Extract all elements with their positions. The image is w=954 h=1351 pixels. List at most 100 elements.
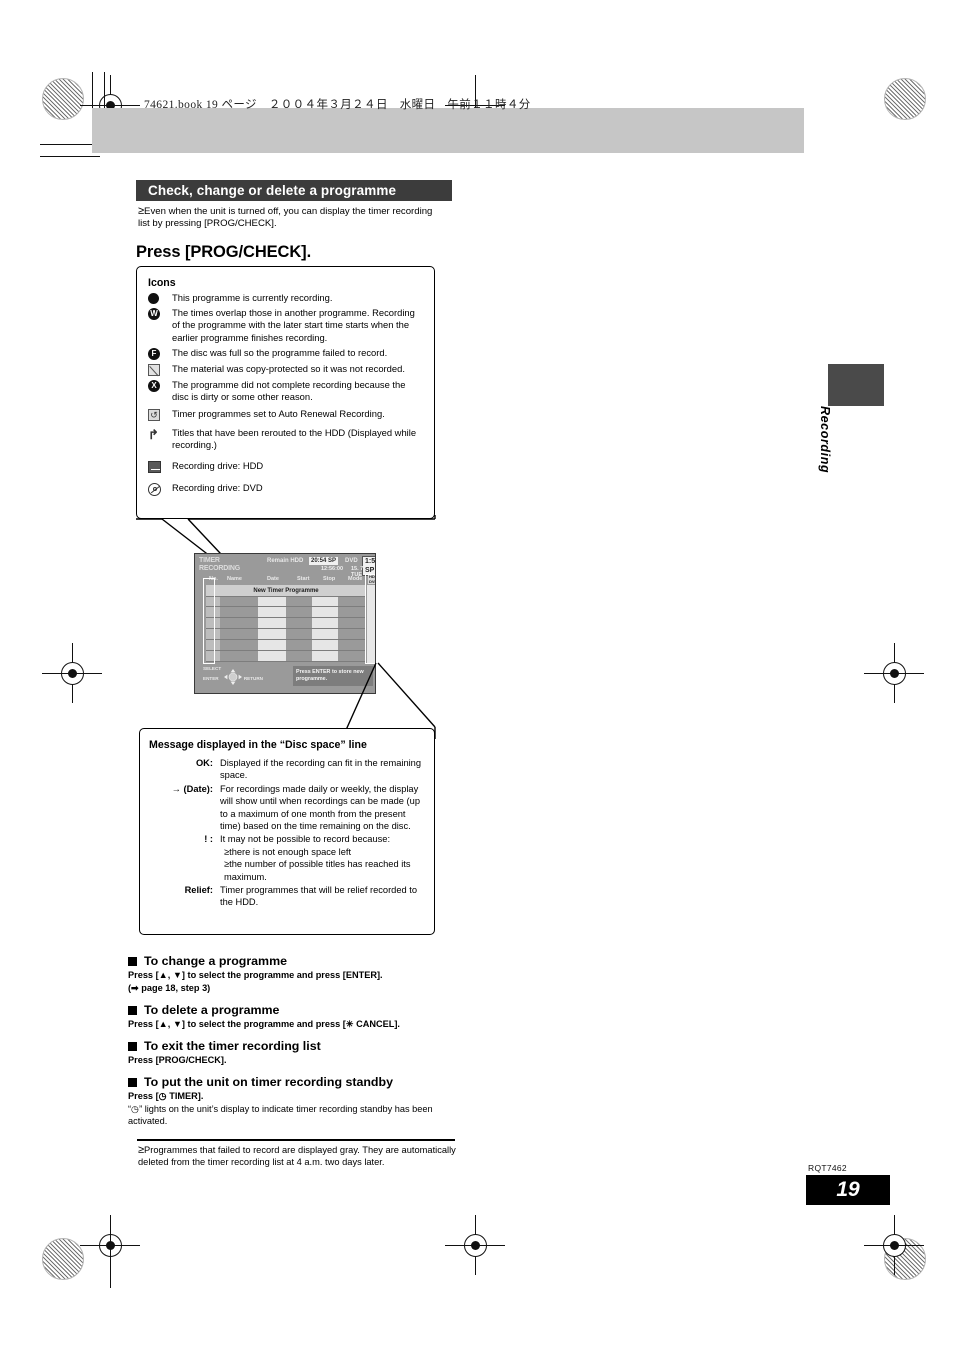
disc-space-sub-item: ≥there is not enough space left [224, 846, 352, 857]
section-heading: Check, change or delete a programme [136, 180, 452, 201]
screen-status-bar: TIMER RECORDING Remain HDD 20:54 SP DVD … [199, 556, 375, 578]
footer-divider [137, 1139, 455, 1141]
disc-space-entry: ! : It may not be possible to record bec… [149, 833, 424, 883]
icon-legend-text: Titles that have been rerouted to the HD… [172, 427, 417, 451]
icon-legend-row: Recording drive: HDD [148, 460, 424, 473]
page-header-band [92, 108, 804, 153]
procedure-exit-list: To exit the timer recording list Press [… [128, 1039, 468, 1066]
dvd-label: DVD [345, 558, 358, 564]
registration-mark-bottom-right [864, 1215, 924, 1275]
copy-protected-icon [148, 363, 172, 376]
disc-space-definition: For recordings made daily or weekly, the… [220, 783, 420, 832]
procedure-body: Press [PROG/CHECK]. [128, 1055, 227, 1065]
icons-box-title: Icons [148, 277, 176, 289]
icon-legend-text: The disc was full so the programme faile… [172, 346, 388, 358]
col-header-date: Date [267, 576, 279, 582]
col-header-mode: Mode [348, 576, 363, 582]
hdd-remaining-value: 20:54 SP [309, 557, 339, 565]
procedure-timer-standby: To put the unit on timer recording stand… [128, 1075, 468, 1127]
screen-hint-message: Press ENTER to store new programme. [293, 666, 373, 686]
highlight-no-column [203, 578, 215, 664]
registration-mark-mid-left [42, 643, 102, 703]
page-number: 19 [806, 1175, 890, 1205]
icon-legend-text: Timer programmes set to Auto Renewal Rec… [172, 408, 385, 420]
halftone-dot-top-left [42, 78, 84, 120]
icon-legend-text: The times overlap those in another progr… [172, 307, 415, 343]
procedure-body: Press [◷ TIMER]. [128, 1091, 204, 1101]
icon-legend-text: Recording drive: HDD [172, 459, 264, 471]
disc-space-entry: OK: Displayed if the recording can fit i… [149, 757, 424, 782]
screen-title: TIMER RECORDING [199, 557, 240, 572]
square-bullet-icon [128, 1041, 137, 1051]
section-intro-text: Even when the unit is turned off, you ca… [138, 206, 433, 230]
guide-select-label: SELECT [203, 666, 222, 671]
icon-legend-text: Recording drive: DVD [172, 481, 263, 493]
disc-full-f-icon: F [148, 347, 172, 360]
procedure-body: Press [▲, ▼] to select the programme and… [128, 1019, 400, 1029]
book-file-header: 74621.book 19 ページ ２００４年３月２４日 水曜日 午前１１時４分 [144, 99, 531, 111]
procedure-change-programme: To change a programme Press [▲, ▼] to se… [128, 954, 468, 994]
disc-space-term: OK: [195, 758, 213, 768]
section-intro-bullet: ≥Even when the unit is turned off, you c… [138, 205, 438, 230]
guide-enter-label: ENTER [203, 676, 219, 681]
disc-space-term: Relief: [184, 885, 213, 896]
table-row[interactable] [206, 640, 366, 651]
icon-legend-text: This programme is currently recording. [172, 292, 333, 303]
procedure-heading-text: To put the unit on timer recording stand… [144, 1075, 393, 1089]
disc-space-entry: → (Date): For recordings made daily or w… [149, 783, 424, 833]
disc-space-definition-text: It may not be possible to record because… [220, 834, 391, 845]
col-header-start: Start [297, 576, 310, 582]
auto-renewal-icon: ↺ [148, 408, 172, 422]
disc-space-sub-item: ≥the number of possible titles has reach… [224, 859, 411, 882]
crop-line-vert-bottom [110, 1218, 111, 1288]
icon-legend-row: The material was copy-protected so it wa… [148, 363, 424, 376]
table-row[interactable] [206, 629, 366, 640]
rqt-code: RQT7462 [808, 1163, 847, 1173]
table-column-headers: No. Name Date Start Stop Mode HDD DVD Di… [205, 574, 375, 584]
procedure-delete-programme: To delete a programme Press [▲, ▼] to se… [128, 1003, 468, 1030]
icon-legend-row: F The disc was full so the programme fai… [148, 347, 424, 360]
table-row[interactable] [206, 607, 366, 618]
halftone-dot-top-right [884, 78, 926, 120]
disc-space-entry: Relief: Timer programmes that will be re… [149, 884, 424, 909]
new-timer-programme-row[interactable]: New Timer Programme [206, 585, 366, 597]
square-bullet-icon [128, 1077, 137, 1087]
halftone-dot-bottom-left [42, 1238, 84, 1280]
table-row[interactable] [206, 651, 366, 662]
procedure-heading-text: To change a programme [144, 954, 287, 968]
procedure-body: Press [▲, ▼] to select the programme and… [128, 970, 383, 980]
chapter-tab-marker [828, 364, 884, 406]
disc-space-box-title: Message displayed in the “Disc space” li… [149, 739, 367, 751]
icon-legend-text: The material was copy-protected so it wa… [172, 362, 405, 374]
timer-recording-screen: TIMER RECORDING Remain HDD 20:54 SP DVD … [194, 553, 376, 694]
disc-space-term: ! : [204, 834, 213, 845]
procedure-heading: To change a programme [128, 954, 468, 968]
overlap-w-icon: W [148, 307, 172, 321]
highlight-hdd-column [365, 574, 375, 664]
incomplete-x-icon: X [148, 379, 172, 392]
icons-legend-box: Icons This programme is currently record… [136, 266, 435, 519]
procedure-heading-text: To delete a programme [144, 1003, 280, 1017]
guide-return-label: RETURN [243, 676, 263, 681]
table-row[interactable] [206, 596, 366, 607]
square-bullet-icon [128, 1005, 137, 1015]
press-instruction: Press [PROG/CHECK]. [136, 243, 312, 261]
footer-note: ≥Programmes that failed to record are di… [138, 1144, 458, 1168]
table-row[interactable] [206, 618, 366, 629]
disc-space-definition: It may not be possible to record because… [220, 833, 424, 883]
icon-legend-row: Recording drive: DVD [148, 482, 424, 496]
hdd-drive-icon [148, 460, 172, 473]
chapter-tab-label: Recording [818, 406, 832, 474]
disc-space-term: → (Date): [171, 783, 213, 794]
icon-legend-text: The programme did not complete recording… [172, 378, 406, 403]
dpad-icon [224, 669, 242, 685]
dvd-drive-icon [148, 482, 172, 496]
screen-title-line1: TIMER [199, 557, 220, 564]
procedure-heading: To delete a programme [128, 1003, 468, 1017]
disc-space-definition: Displayed if the recording can fit in th… [220, 758, 422, 781]
record-dot-icon [148, 292, 172, 304]
registration-mark-mid-right [864, 643, 924, 703]
procedure-heading: To exit the timer recording list [128, 1039, 468, 1053]
square-bullet-icon [128, 956, 137, 966]
procedure-body-secondary: (➡ page 18, step 3) [128, 983, 211, 993]
